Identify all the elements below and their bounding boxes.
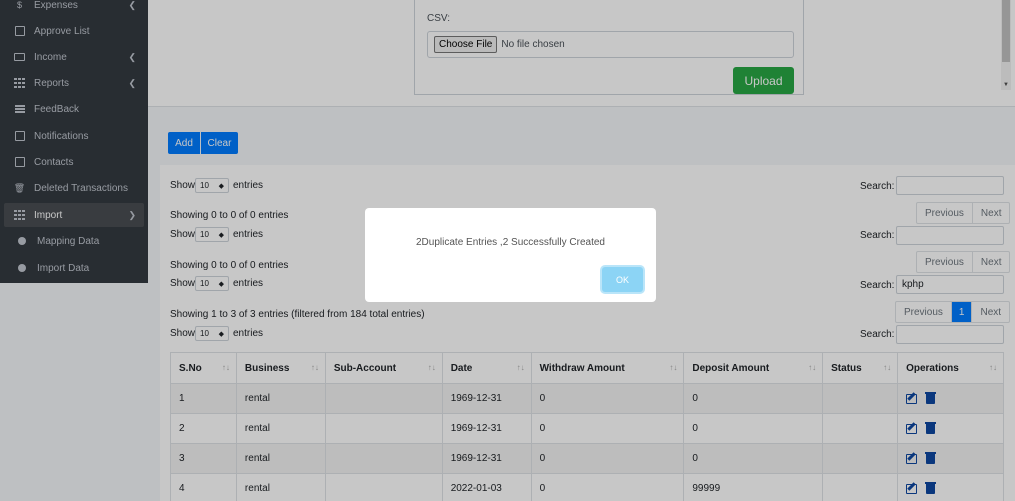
ok-button[interactable]: OK	[602, 267, 643, 292]
modal-message: 2Duplicate Entries ,2 Successfully Creat…	[416, 237, 605, 248]
alert-modal: 2Duplicate Entries ,2 Successfully Creat…	[365, 208, 656, 302]
